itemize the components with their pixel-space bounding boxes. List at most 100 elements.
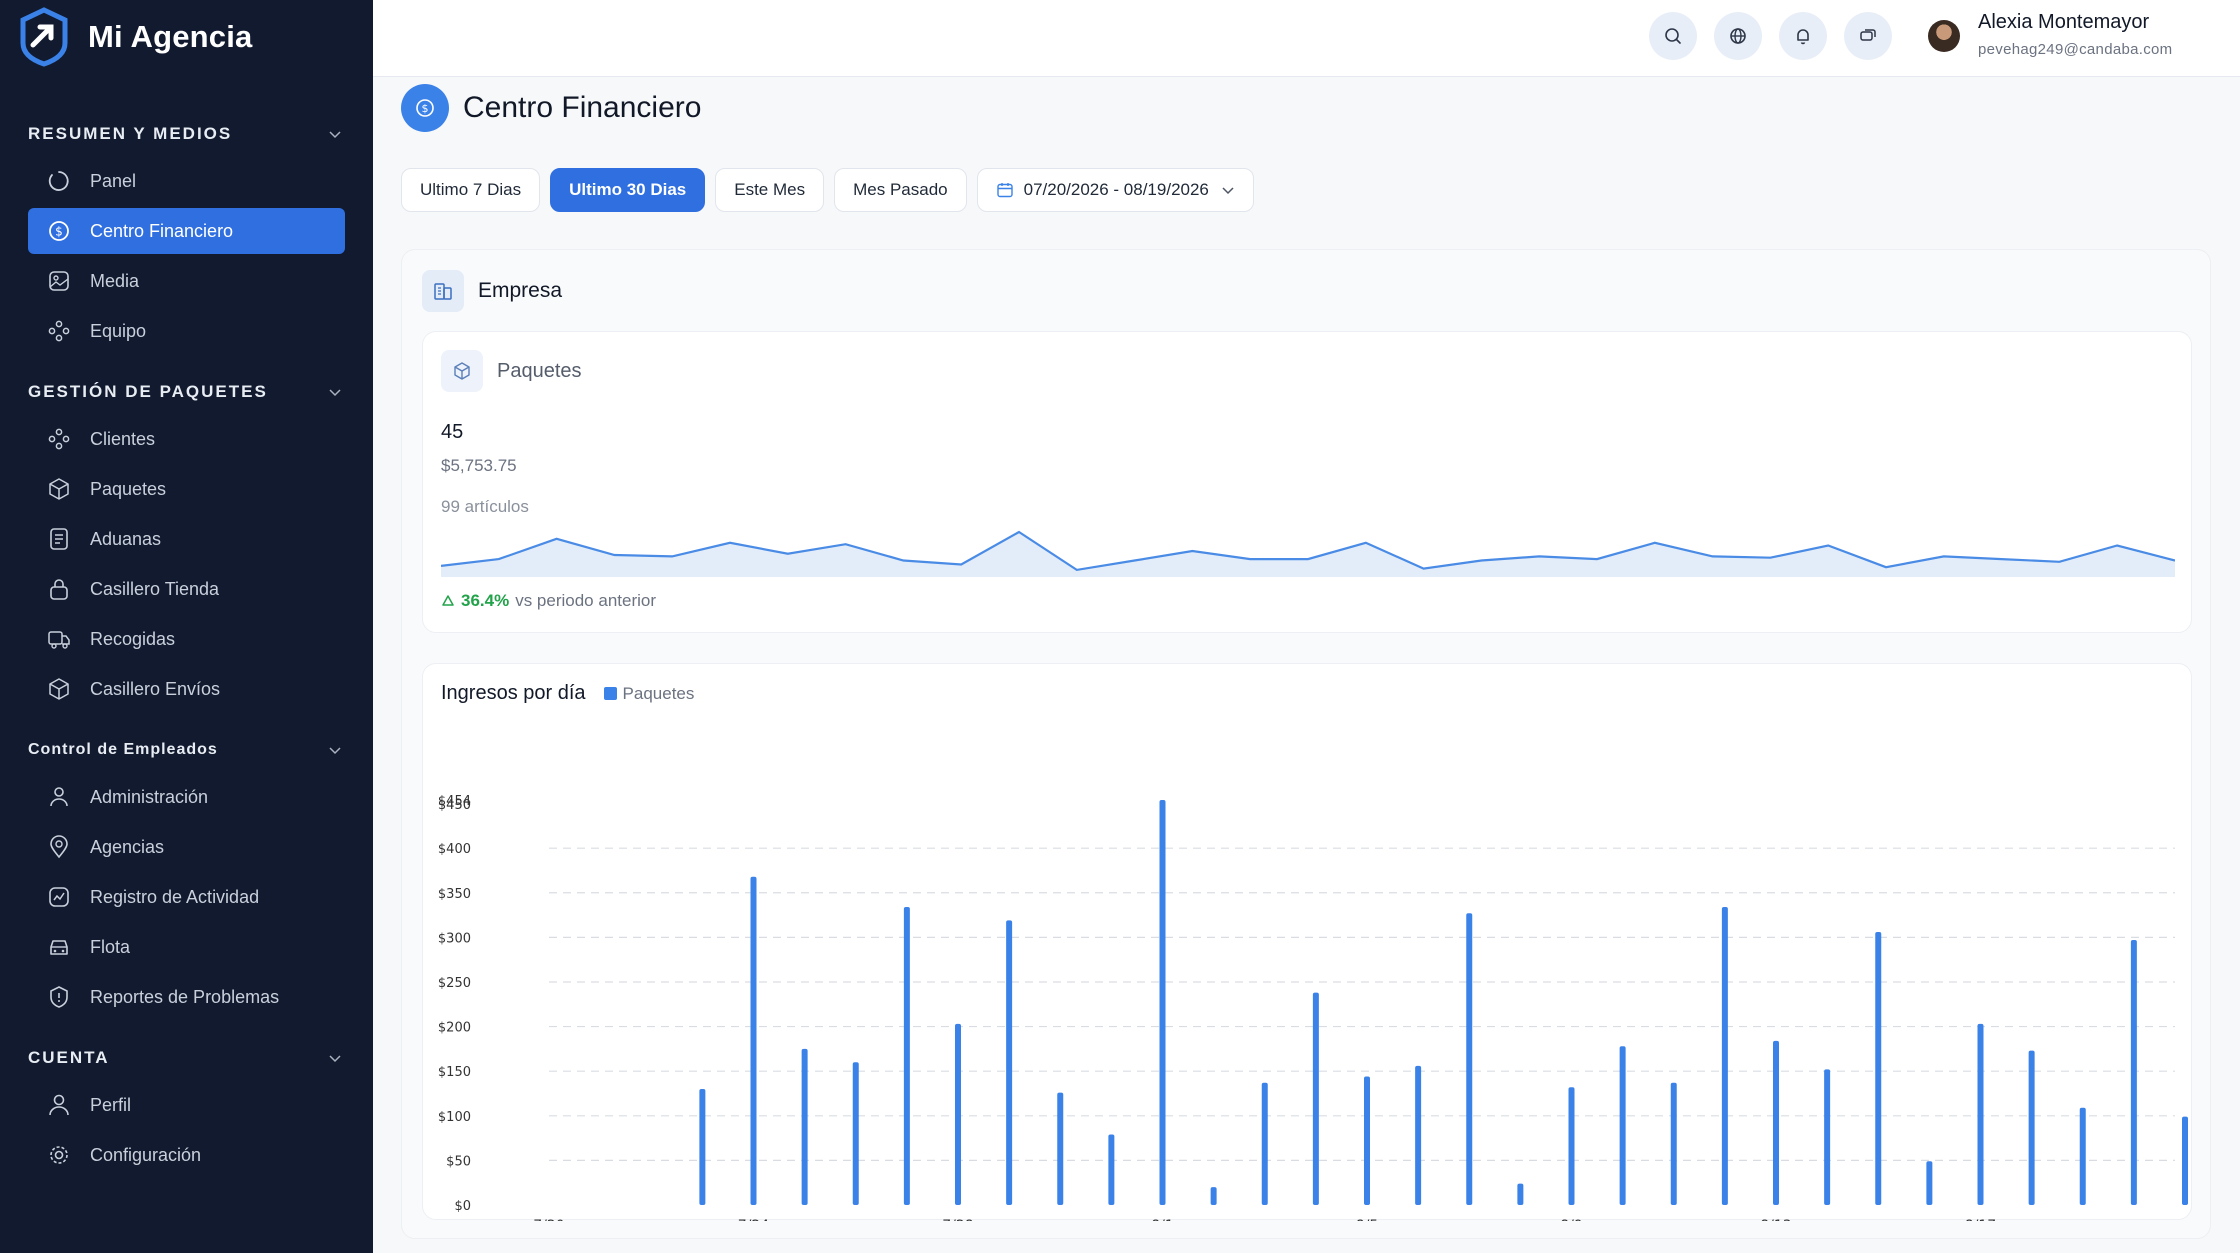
- search-icon: [1665, 28, 1681, 44]
- filter-last-7-days[interactable]: Ultimo 7 Dias: [401, 168, 541, 212]
- language-button[interactable]: [1714, 12, 1762, 60]
- section-title: RESUMEN Y MEDIOS: [28, 124, 233, 143]
- chevron-down-icon: [329, 747, 341, 755]
- sidebar-item-equipo[interactable]: Equipo: [28, 308, 345, 354]
- bar[interactable]: [1773, 1040, 1779, 1205]
- bar[interactable]: [1977, 1023, 1984, 1205]
- location-icon: [50, 835, 68, 859]
- x-tick-label: 7/20: [533, 1218, 564, 1221]
- bar[interactable]: [1210, 1187, 1217, 1205]
- nav-section-gesti-n-de-paquetes: GESTIÓN DE PAQUETES Clientes Paquetes Ad…: [0, 372, 373, 712]
- bar[interactable]: [1312, 992, 1319, 1205]
- sidebar-item-panel[interactable]: Panel: [28, 158, 345, 204]
- bar[interactable]: [699, 1089, 706, 1205]
- bar[interactable]: [1159, 800, 1166, 1205]
- y-tick-label: $150: [438, 1065, 471, 1080]
- sidebar-item-configuracion[interactable]: Configuración: [28, 1132, 345, 1178]
- activity-icon: [49, 887, 69, 907]
- search-button[interactable]: [1649, 12, 1697, 60]
- bar[interactable]: [1926, 1161, 1933, 1205]
- bar[interactable]: [1466, 913, 1473, 1205]
- truck-icon: [48, 631, 70, 649]
- sidebar-item-label: Registro de Actividad: [90, 886, 260, 907]
- sidebar-item-label: Paquetes: [90, 478, 167, 499]
- nav-section-control-de-empleados: Control de Empleados Administración Agen…: [0, 730, 373, 1020]
- sidebar-item-label: Reportes de Problemas: [90, 986, 280, 1007]
- brand[interactable]: Mi Agencia: [0, 0, 373, 74]
- bar[interactable]: [2130, 940, 2137, 1205]
- bar[interactable]: [852, 1062, 859, 1205]
- legend-swatch: [603, 687, 617, 700]
- sidebar-item-centro-financiero[interactable]: $ Centro Financiero: [28, 208, 345, 254]
- sidebar-item-paquetes[interactable]: Paquetes: [28, 466, 345, 512]
- bar[interactable]: [1261, 1082, 1268, 1205]
- alert-shield-icon: [50, 986, 68, 1008]
- chart-title: Ingresos por día: [441, 682, 586, 704]
- filter-last-month[interactable]: Mes Pasado: [834, 168, 967, 212]
- bar[interactable]: [955, 1023, 961, 1205]
- sparkline-area: [441, 532, 2175, 577]
- bar[interactable]: [1721, 907, 1728, 1205]
- sidebar-item-clientes[interactable]: Clientes: [28, 416, 345, 462]
- sidebar-item-perfil[interactable]: Perfil: [28, 1082, 345, 1128]
- y-tick-label: $350: [438, 887, 471, 902]
- avatar[interactable]: [1928, 20, 1960, 52]
- bar[interactable]: [1824, 1069, 1831, 1205]
- lock-icon: [50, 579, 68, 600]
- image-icon: [49, 271, 69, 291]
- bar[interactable]: [2028, 1050, 2035, 1205]
- sidebar: Mi Agencia RESUMEN Y MEDIOS Panel $ Cent…: [0, 0, 373, 1253]
- legend-label[interactable]: Paquetes: [623, 684, 695, 704]
- sidebar-item-flota[interactable]: Flota: [28, 924, 345, 970]
- bar[interactable]: [1006, 920, 1013, 1205]
- bar[interactable]: [1670, 1082, 1677, 1205]
- bar[interactable]: [1619, 1046, 1626, 1205]
- bar[interactable]: [1517, 1183, 1524, 1205]
- sidebar-item-registro-de-actividad[interactable]: Registro de Actividad: [28, 874, 345, 920]
- user-name[interactable]: Alexia Montemayor: [1978, 11, 2149, 34]
- bar[interactable]: [1415, 1065, 1422, 1205]
- notifications-button[interactable]: [1779, 12, 1827, 60]
- sidebar-item-administracion[interactable]: Administración: [28, 774, 345, 820]
- chart-header: Ingresos por día Paquetes: [441, 682, 694, 705]
- bar[interactable]: [801, 1048, 808, 1205]
- bar[interactable]: [1875, 932, 1882, 1205]
- sidebar-item-aduanas[interactable]: Aduanas: [28, 516, 345, 562]
- sidebar-item-reportes-de-problemas[interactable]: Reportes de Problemas: [28, 974, 345, 1020]
- bar[interactable]: [750, 876, 757, 1205]
- section-header-gesti-n-de-paquetes[interactable]: GESTIÓN DE PAQUETES: [0, 372, 373, 412]
- section-header-cuenta[interactable]: CUENTA: [0, 1038, 373, 1078]
- revenue-bar-chart: $0$50$100$150$200$250$300$350$400$454$45…: [438, 794, 2188, 1221]
- bar[interactable]: [1364, 1076, 1370, 1205]
- date-range-picker[interactable]: 07/20/2026 - 08/19/2026: [976, 168, 1254, 212]
- sidebar-item-media[interactable]: Media: [28, 258, 345, 304]
- sidebar-item-label: Agencias: [90, 836, 165, 857]
- paquetes-summary-card[interactable]: Paquetes 45 $5,753.75 99 artículos 36.4%…: [422, 331, 2192, 633]
- bar[interactable]: [2079, 1107, 2086, 1205]
- box-icon: [49, 678, 69, 700]
- sidebar-item-label: Flota: [90, 936, 131, 957]
- paquetes-card-title: Paquetes: [497, 359, 582, 382]
- sidebar-item-label: Administración: [90, 786, 209, 807]
- x-tick-label: 8/1: [1151, 1218, 1174, 1221]
- chevron-down-icon: [329, 389, 341, 397]
- filter-this-month[interactable]: Este Mes: [715, 168, 825, 212]
- sidebar-item-casillero-envios[interactable]: Casillero Envíos: [28, 666, 345, 712]
- sidebar-item-recogidas[interactable]: Recogidas: [28, 616, 345, 662]
- sidebar-item-agencias[interactable]: Agencias: [28, 824, 345, 870]
- sidebar-nav: RESUMEN Y MEDIOS Panel $ Centro Financie…: [0, 114, 373, 1178]
- section-header-control-de-empleados[interactable]: Control de Empleados: [0, 730, 373, 770]
- section-header-resumen-y-medios[interactable]: RESUMEN Y MEDIOS: [0, 114, 373, 154]
- user-email: pevehag249@candaba.com: [1978, 41, 2173, 58]
- messages-button[interactable]: [1844, 12, 1892, 60]
- bar[interactable]: [1057, 1092, 1064, 1205]
- sidebar-item-label: Perfil: [90, 1094, 132, 1115]
- filter-last-30-days[interactable]: Ultimo 30 Dias: [550, 168, 706, 212]
- team-icon: [48, 320, 70, 342]
- sidebar-item-casillero-tienda[interactable]: Casillero Tienda: [28, 566, 345, 612]
- bar[interactable]: [2182, 1116, 2188, 1205]
- bar[interactable]: [1108, 1134, 1115, 1205]
- bar[interactable]: [903, 907, 910, 1205]
- bar[interactable]: [1568, 1087, 1575, 1205]
- x-tick-label: 8/5: [1356, 1218, 1379, 1221]
